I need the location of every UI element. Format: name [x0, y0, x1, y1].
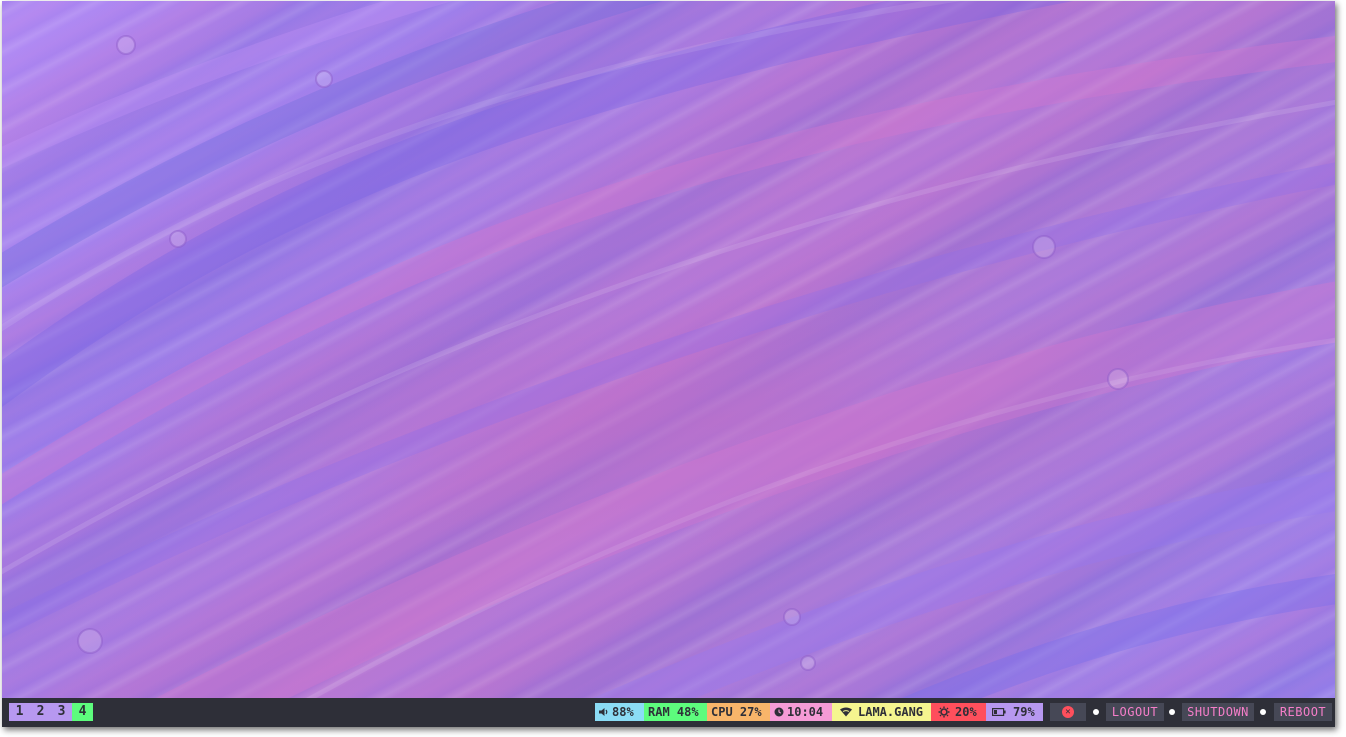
clock-value: 10:04 — [787, 705, 824, 719]
status-bar: 1 2 3 4 88% RAM 48% CPU 27% 10:04 LAMA.G… — [2, 698, 1335, 727]
clock-icon — [774, 707, 784, 717]
wallpaper-swirls — [2, 1, 1335, 698]
workspace-2[interactable]: 2 — [30, 703, 51, 721]
volume-icon — [599, 708, 608, 716]
shutdown-button[interactable]: SHUTDOWN — [1182, 703, 1254, 721]
battery-icon — [992, 708, 1006, 716]
workspace-1[interactable]: 1 — [9, 703, 30, 721]
separator-dot — [1260, 709, 1266, 715]
cpu-value: CPU 27% — [711, 705, 762, 719]
desktop-screen: 1 2 3 4 88% RAM 48% CPU 27% 10:04 LAMA.G… — [2, 1, 1335, 727]
close-button[interactable]: ✕ — [1050, 703, 1086, 721]
logout-button[interactable]: LOGOUT — [1106, 703, 1164, 721]
workspace-4-active[interactable]: 4 — [72, 703, 93, 721]
ram-module: RAM 48% — [644, 703, 707, 721]
volume-module[interactable]: 88% — [595, 703, 644, 721]
network-module[interactable]: LAMA.GANG — [832, 703, 931, 721]
brightness-module[interactable]: 20% — [931, 703, 986, 721]
reboot-button[interactable]: REBOOT — [1274, 703, 1332, 721]
network-ssid: LAMA.GANG — [858, 705, 924, 719]
workspace-3[interactable]: 3 — [51, 703, 72, 721]
wifi-icon — [840, 707, 852, 717]
ram-value: RAM 48% — [648, 705, 699, 719]
separator-dot — [1093, 709, 1099, 715]
desktop-wallpaper — [2, 1, 1335, 698]
brightness-icon — [938, 706, 950, 718]
battery-value: 79% — [1013, 705, 1035, 719]
brightness-value: 20% — [955, 705, 977, 719]
separator-dot — [1169, 709, 1175, 715]
volume-value: 88% — [612, 705, 634, 719]
clock-module[interactable]: 10:04 — [770, 703, 832, 721]
battery-module: 79% — [986, 703, 1043, 721]
cpu-module: CPU 27% — [707, 703, 770, 721]
close-icon: ✕ — [1062, 706, 1074, 718]
